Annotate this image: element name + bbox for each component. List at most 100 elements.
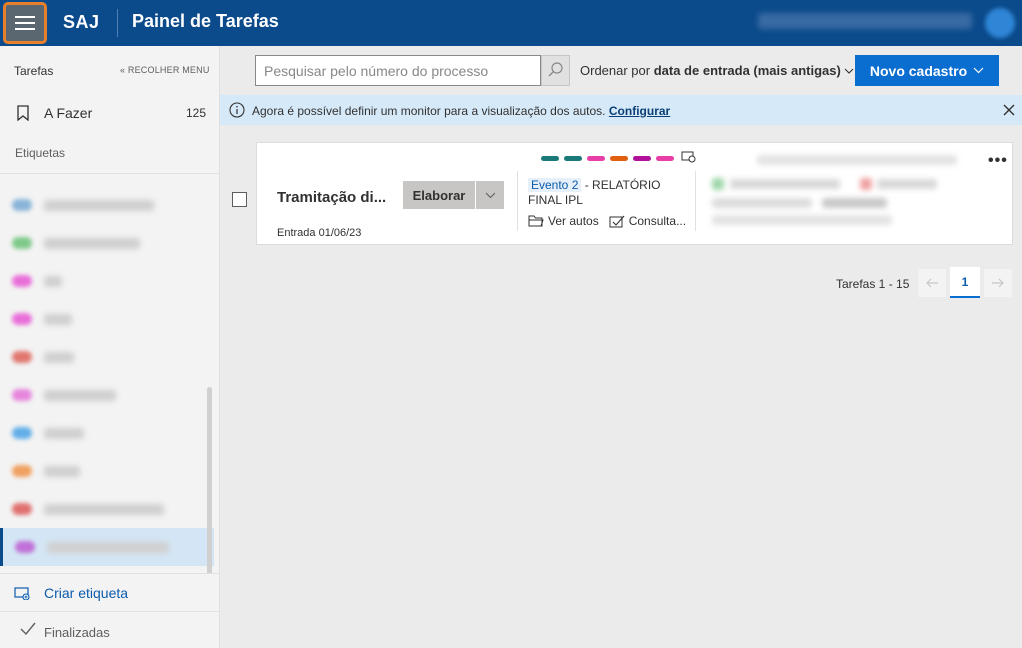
- checklist-icon: [609, 215, 625, 227]
- menu-icon[interactable]: [3, 2, 47, 44]
- label-item[interactable]: [0, 338, 214, 376]
- view-records-link[interactable]: Ver autos: [528, 214, 599, 228]
- elaborate-dropdown-button[interactable]: [476, 181, 504, 209]
- tag-swatch: [656, 156, 674, 161]
- new-record-label: Novo cadastro: [869, 62, 968, 79]
- labels-list: [0, 173, 219, 573]
- task-card[interactable]: Tramitação di... Entrada 01/06/23 Elabor…: [256, 142, 1013, 245]
- search-input[interactable]: [255, 55, 541, 86]
- label-color-dot: [12, 503, 32, 515]
- label-text-redacted: [44, 200, 154, 211]
- labels-heading: Etiquetas: [15, 146, 66, 160]
- avatar[interactable]: [985, 8, 1015, 38]
- label-text-redacted: [44, 276, 62, 287]
- label-color-dot: [12, 237, 32, 249]
- tag-settings-icon[interactable]: [681, 151, 696, 163]
- top-bar: SAJ Painel de Tarefas: [0, 0, 1022, 46]
- label-text-redacted: [44, 466, 80, 477]
- event-badge[interactable]: Evento 2: [528, 178, 582, 192]
- tag-swatch: [564, 156, 582, 161]
- tag-swatch: [633, 156, 651, 161]
- sort-value: data de entrada (mais antigas): [653, 63, 841, 78]
- label-item[interactable]: [0, 376, 214, 414]
- chevron-down-icon: [485, 192, 495, 198]
- sidebar: Tarefas « RECOLHER MENU A Fazer 125 Etiq…: [0, 46, 220, 648]
- label-text-redacted: [44, 314, 72, 325]
- tag-swatch: [541, 156, 559, 161]
- next-page-button[interactable]: [984, 269, 1012, 297]
- new-record-button[interactable]: Novo cadastro: [855, 55, 999, 86]
- finished-label: Finalizadas: [44, 625, 110, 640]
- entry-date: Entrada 01/06/23: [277, 227, 362, 239]
- label-color-dot: [12, 275, 32, 287]
- page-title: Painel de Tarefas: [132, 11, 279, 31]
- label-text-redacted: [47, 542, 169, 553]
- task-title[interactable]: Tramitação di...: [277, 189, 386, 206]
- label-color-dot: [12, 427, 32, 439]
- chevron-down-icon: [845, 68, 854, 74]
- check-icon: [20, 622, 36, 636]
- label-color-dot: [12, 389, 32, 401]
- folder-icon: [528, 215, 544, 227]
- tag-swatch: [587, 156, 605, 161]
- label-color-dot: [12, 199, 32, 211]
- arrow-right-icon: [992, 278, 1004, 288]
- scrollbar[interactable]: [207, 387, 212, 573]
- collapse-menu-button[interactable]: « RECOLHER MENU: [120, 65, 210, 75]
- previous-page-button[interactable]: [918, 269, 946, 297]
- elaborate-button[interactable]: Elaborar: [403, 181, 475, 209]
- divider: [517, 171, 518, 231]
- arrow-left-icon: [926, 278, 938, 288]
- redacted-details: [712, 151, 982, 226]
- create-label-button[interactable]: Criar etiqueta: [0, 573, 219, 611]
- consult-label: Consulta...: [628, 214, 687, 228]
- todo-count: 125: [186, 106, 207, 120]
- pagination-range: Tarefas 1 - 15: [836, 277, 910, 291]
- event-info: Evento 2 - RELATÓRIO FINAL IPL: [528, 178, 688, 208]
- close-icon[interactable]: [1002, 103, 1016, 117]
- search-icon: [548, 62, 563, 77]
- sort-dropdown[interactable]: Ordenar por data de entrada (mais antiga…: [580, 63, 854, 78]
- task-tags[interactable]: [541, 156, 674, 161]
- divider: [117, 9, 118, 37]
- info-icon: [229, 102, 245, 118]
- label-item[interactable]: [0, 262, 214, 300]
- info-banner: Agora é possível definir um monitor para…: [220, 95, 1022, 125]
- create-label-text: Criar etiqueta: [44, 585, 129, 601]
- sidebar-item-label: A Fazer: [44, 105, 93, 121]
- user-name-redacted[interactable]: [758, 13, 972, 29]
- label-color-dot: [15, 541, 35, 553]
- configure-link[interactable]: Configurar: [609, 104, 670, 118]
- task-checkbox[interactable]: [232, 192, 247, 207]
- label-item[interactable]: [0, 490, 214, 528]
- label-color-dot: [12, 351, 32, 363]
- label-item[interactable]: [0, 224, 214, 262]
- banner-message: Agora é possível definir um monitor para…: [252, 104, 606, 118]
- label-item-selected[interactable]: [0, 528, 214, 566]
- divider: [695, 171, 696, 231]
- task-links: Ver autos Consulta...: [528, 214, 686, 228]
- page-button-current[interactable]: 1: [950, 267, 980, 298]
- label-text-redacted: [44, 352, 74, 363]
- banner-message-row: Agora é possível definir um monitor para…: [252, 104, 670, 118]
- more-options-icon[interactable]: •••: [988, 152, 1008, 170]
- search-button[interactable]: [541, 55, 570, 86]
- sort-prefix: Ordenar por: [580, 63, 651, 78]
- sidebar-item-todo[interactable]: A Fazer 125: [0, 96, 219, 130]
- sidebar-item-finished[interactable]: Finalizadas: [0, 611, 219, 648]
- label-text-redacted: [44, 428, 84, 439]
- label-item[interactable]: [0, 414, 214, 452]
- label-text-redacted: [44, 504, 164, 515]
- label-color-dot: [12, 465, 32, 477]
- bookmark-icon: [17, 105, 29, 121]
- label-item[interactable]: [0, 452, 214, 490]
- view-records-label: Ver autos: [548, 214, 599, 228]
- label-item[interactable]: [0, 186, 214, 224]
- label-item[interactable]: [0, 300, 214, 338]
- brand-logo: SAJ: [63, 12, 100, 32]
- label-text-redacted: [44, 238, 140, 249]
- tag-swatch: [610, 156, 628, 161]
- label-color-dot: [12, 313, 32, 325]
- chevron-down-icon: [973, 67, 984, 74]
- consult-link[interactable]: Consulta...: [609, 214, 686, 228]
